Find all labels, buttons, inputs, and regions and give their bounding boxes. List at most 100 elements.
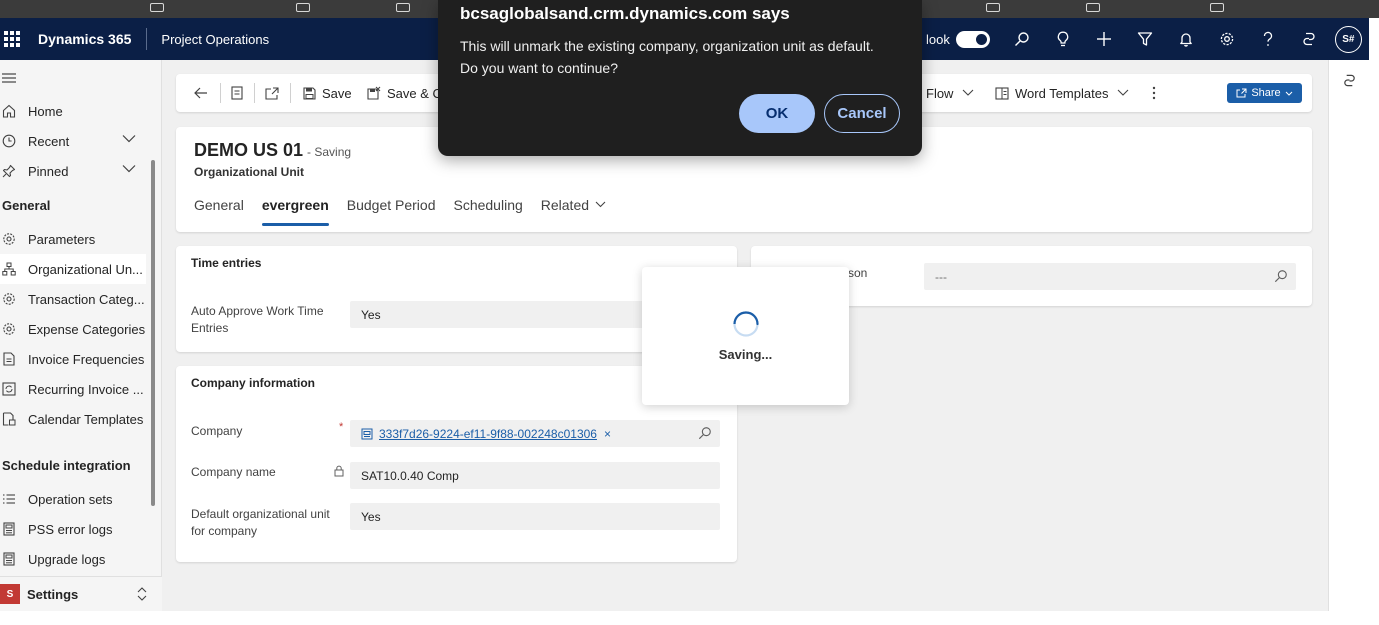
company-name-field[interactable]: SAT10.0.40 Comp xyxy=(350,462,720,489)
search-icon[interactable] xyxy=(698,426,712,440)
sidebar-group-general: General xyxy=(2,198,51,213)
log-icon xyxy=(0,522,22,536)
avatar[interactable]: S# xyxy=(1334,25,1362,53)
sidebar-item-label: Expense Categories xyxy=(28,321,146,337)
app-launcher-icon[interactable] xyxy=(4,31,24,47)
share-button[interactable]: Share xyxy=(1227,83,1302,103)
window-bottom-edge xyxy=(0,611,1379,625)
sidebar-item-parameters[interactable]: Parameters xyxy=(0,224,146,254)
share-label: Share xyxy=(1251,87,1281,99)
remove-value-button[interactable]: × xyxy=(604,427,611,441)
browser-tab-icon xyxy=(1086,3,1100,12)
chevron-down-icon xyxy=(1118,89,1129,96)
lightbulb-icon[interactable] xyxy=(1053,18,1073,60)
browser-tab-icon xyxy=(986,3,1000,12)
browser-tab-icon xyxy=(1210,3,1224,12)
app-name[interactable]: Dynamics 365 xyxy=(38,31,131,47)
tab-general[interactable]: General xyxy=(194,197,244,227)
sidebar-item-recurring-invoice[interactable]: Recurring Invoice ... xyxy=(0,374,146,404)
sidebar-item-label: Parameters xyxy=(28,231,96,247)
lookup-field[interactable]: --- xyxy=(924,263,1296,290)
document-list-icon xyxy=(0,352,22,366)
copilot-icon[interactable] xyxy=(1299,18,1319,60)
company-name-label: Company name xyxy=(191,465,276,479)
browser-tab-icon xyxy=(150,3,164,12)
more-commands-icon[interactable] xyxy=(1152,74,1162,112)
gear-icon xyxy=(0,292,22,306)
browser-tab-icon xyxy=(296,3,310,12)
home-icon xyxy=(0,104,22,118)
plus-icon[interactable] xyxy=(1094,18,1114,60)
tab-budget-period[interactable]: Budget Period xyxy=(347,197,436,227)
search-icon[interactable] xyxy=(1012,18,1032,60)
chevron-down-icon xyxy=(963,89,974,96)
bell-icon[interactable] xyxy=(1176,18,1196,60)
save-button[interactable]: Save xyxy=(303,74,352,112)
sidebar-item-label: Upgrade logs xyxy=(28,551,106,567)
sidebar-item-calendar-templates[interactable]: Calendar Templates xyxy=(0,404,146,434)
gear-icon xyxy=(0,232,22,246)
sidebar-item-label: Recurring Invoice ... xyxy=(28,381,144,397)
cancel-button[interactable]: Cancel xyxy=(824,94,900,133)
save-close-label: Save & Cl xyxy=(387,85,445,101)
record-title-row: DEMO US 01- Saving xyxy=(194,140,351,161)
copilot-icon[interactable] xyxy=(1342,73,1357,88)
sidebar-item-upgrade-logs[interactable]: Upgrade logs xyxy=(0,544,146,574)
sidebar-item-invoice-frequencies[interactable]: Invoice Frequencies xyxy=(0,344,146,374)
word-templates-button[interactable]: Word Templates xyxy=(995,74,1129,112)
sidebar-item-pss-error-logs[interactable]: PSS error logs xyxy=(0,514,146,544)
area-name[interactable]: Project Operations xyxy=(161,32,269,47)
ok-button[interactable]: OK xyxy=(739,94,815,133)
word-template-icon xyxy=(995,86,1009,100)
saving-overlay: Saving... xyxy=(642,267,849,405)
sidebar-item-recent[interactable]: Recent xyxy=(0,126,146,156)
sidebar-item-label: Invoice Frequencies xyxy=(28,351,145,367)
company-lookup-field[interactable]: 333f7d26-9224-ef11-9f88-002248c01306 × xyxy=(350,420,720,447)
default-org-unit-label: Default organizational unit for company xyxy=(191,507,330,538)
back-icon[interactable] xyxy=(194,74,214,112)
dialog-title: bcsaglobalsand.crm.dynamics.com says xyxy=(460,4,790,23)
gear-icon[interactable] xyxy=(1217,18,1237,60)
flow-button[interactable]: Flow xyxy=(926,74,974,112)
record-icon xyxy=(361,428,373,439)
chevron-down-icon[interactable] xyxy=(122,164,136,173)
new-look-toggle[interactable] xyxy=(955,30,990,48)
default-org-unit-field[interactable]: Yes xyxy=(350,503,720,530)
section-title: Company information xyxy=(191,376,316,390)
filter-icon[interactable] xyxy=(1135,18,1155,60)
command-separator xyxy=(220,83,221,103)
search-icon[interactable] xyxy=(1274,269,1288,283)
right-side-pane xyxy=(1328,60,1369,611)
tab-related[interactable]: Related xyxy=(541,197,606,227)
sidebar: Home Recent Pinned General Parameters Or… xyxy=(0,60,162,611)
sidebar-item-label: Organizational Un... xyxy=(28,261,143,277)
log-icon xyxy=(0,552,22,566)
record-save-status: - Saving xyxy=(307,145,352,159)
sidebar-item-transaction-categories[interactable]: Transaction Categ... xyxy=(0,284,146,314)
pin-icon xyxy=(0,164,22,178)
sidebar-item-label: Operation sets xyxy=(28,491,113,507)
tab-scheduling[interactable]: Scheduling xyxy=(453,197,522,227)
company-lookup-link[interactable]: 333f7d26-9224-ef11-9f88-002248c01306 xyxy=(379,427,597,441)
sidebar-item-expense-categories[interactable]: Expense Categories xyxy=(0,314,146,344)
saving-text: Saving... xyxy=(718,347,773,362)
sidebar-item-label: Home xyxy=(28,103,63,119)
save-icon xyxy=(303,86,316,100)
chevron-up-down-icon xyxy=(137,587,147,601)
browser-tab-icon xyxy=(396,3,410,12)
open-new-window-icon[interactable] xyxy=(265,74,285,112)
chevron-down-icon xyxy=(1285,91,1293,96)
hamburger-menu-icon[interactable] xyxy=(2,72,16,84)
chevron-down-icon[interactable] xyxy=(122,134,136,143)
save-and-close-button[interactable]: Save & Cl xyxy=(367,74,445,112)
sidebar-item-organizational-units[interactable]: Organizational Un... xyxy=(0,254,146,284)
confirm-dialog: bcsaglobalsand.crm.dynamics.com says Thi… xyxy=(438,0,922,156)
sidebar-item-home[interactable]: Home xyxy=(0,96,146,126)
form-view-icon[interactable] xyxy=(231,74,249,112)
area-switcher[interactable]: S Settings xyxy=(0,576,162,611)
sidebar-item-pinned[interactable]: Pinned xyxy=(0,156,146,186)
sidebar-scrollbar[interactable] xyxy=(151,160,155,506)
tab-evergreen[interactable]: evergreen xyxy=(261,197,329,227)
help-icon[interactable] xyxy=(1258,18,1278,60)
sidebar-item-operation-sets[interactable]: Operation sets xyxy=(0,484,146,514)
